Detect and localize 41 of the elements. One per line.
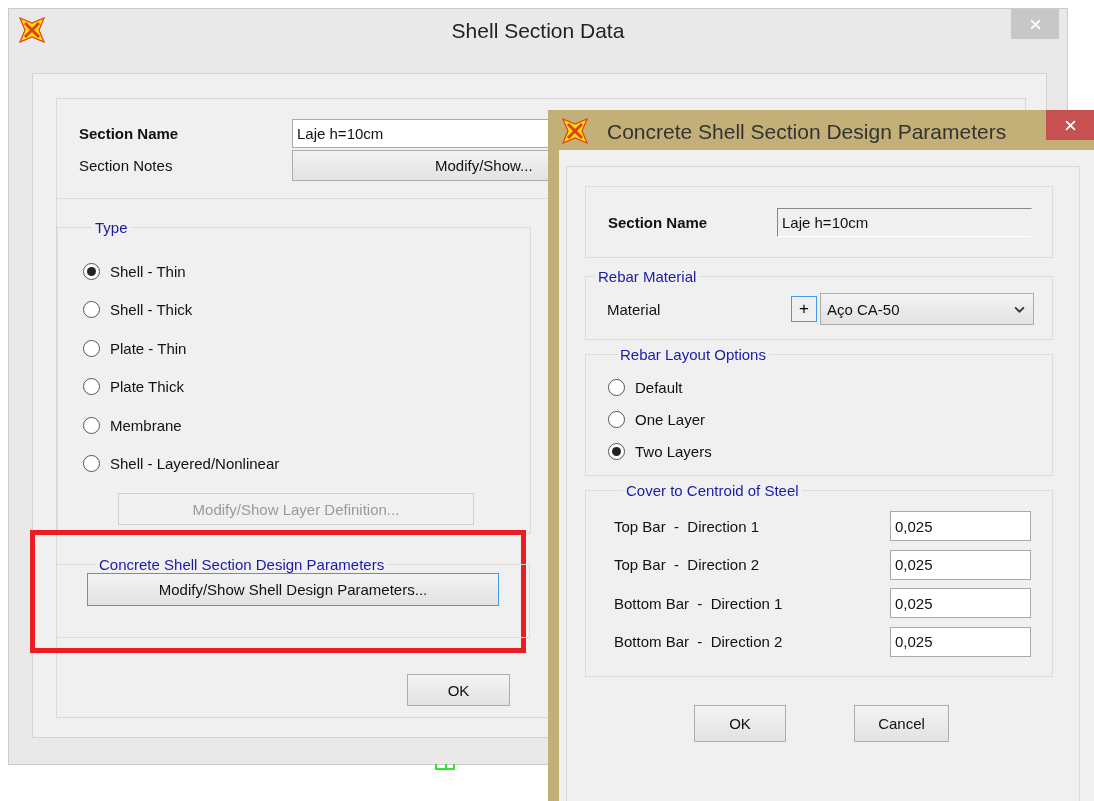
field-label: Material <box>607 300 661 318</box>
field-label: Bottom Bar - Direction 2 <box>614 633 783 651</box>
field-label: Bottom Bar - Direction 1 <box>614 594 783 612</box>
group-title: Rebar Layout Options <box>619 346 767 363</box>
add-button[interactable]: + <box>791 296 817 322</box>
section-name-field[interactable]: Laje h=10cm <box>777 207 1032 237</box>
radio-option[interactable]: Membrane <box>83 406 530 445</box>
dialog-button[interactable]: Cancel <box>854 705 949 742</box>
close-button[interactable] <box>1046 110 1094 140</box>
radio-option[interactable]: One Layer <box>608 403 1052 435</box>
group-title: Type <box>94 219 129 236</box>
radio-option[interactable]: Shell - Thick <box>83 290 530 329</box>
group-title: Rebar Material <box>597 268 698 285</box>
app-icon <box>562 118 588 144</box>
field-label: Top Bar - Direction 2 <box>614 556 760 574</box>
grid-marker-icon <box>435 764 455 770</box>
radio-option[interactable]: Plate - Thin <box>83 329 530 368</box>
radio-option[interactable]: Shell - Thin <box>83 252 530 291</box>
radio-option[interactable]: Plate Thick <box>83 367 530 406</box>
app-icon <box>19 17 45 43</box>
window-title: Shell Section Data <box>451 19 625 43</box>
cover-field[interactable]: 0,025 <box>890 511 1031 542</box>
cover-field[interactable]: 0,025 <box>890 626 1031 657</box>
field-label: Section Name <box>79 124 180 142</box>
dialog-button[interactable]: OK <box>694 705 786 742</box>
close-icon <box>1064 119 1076 131</box>
radio-option[interactable]: Shell - Layered/Nonlinear <box>83 444 530 483</box>
group-title: Cover to Centroid of Steel <box>625 482 800 499</box>
cover-field[interactable]: 0,025 <box>890 588 1031 619</box>
field-label: Top Bar - Direction 1 <box>614 517 760 535</box>
cover-field[interactable]: 0,025 <box>890 549 1031 580</box>
ok-button[interactable]: OK <box>407 674 510 706</box>
group-title: Concrete Shell Section Design Parameters <box>98 556 386 573</box>
design-parameters-button[interactable]: Modify/Show Shell Design Parameters... <box>87 573 499 606</box>
radio-option[interactable]: Default <box>608 371 1052 403</box>
material-dropdown[interactable]: Aço CA-50 <box>820 293 1034 325</box>
close-icon <box>1029 18 1041 30</box>
radio-option[interactable]: Two Layers <box>608 435 1052 467</box>
field-label: Section Name <box>608 213 709 231</box>
field-label: Section Notes <box>79 156 174 174</box>
chevron-down-icon <box>1014 305 1025 313</box>
